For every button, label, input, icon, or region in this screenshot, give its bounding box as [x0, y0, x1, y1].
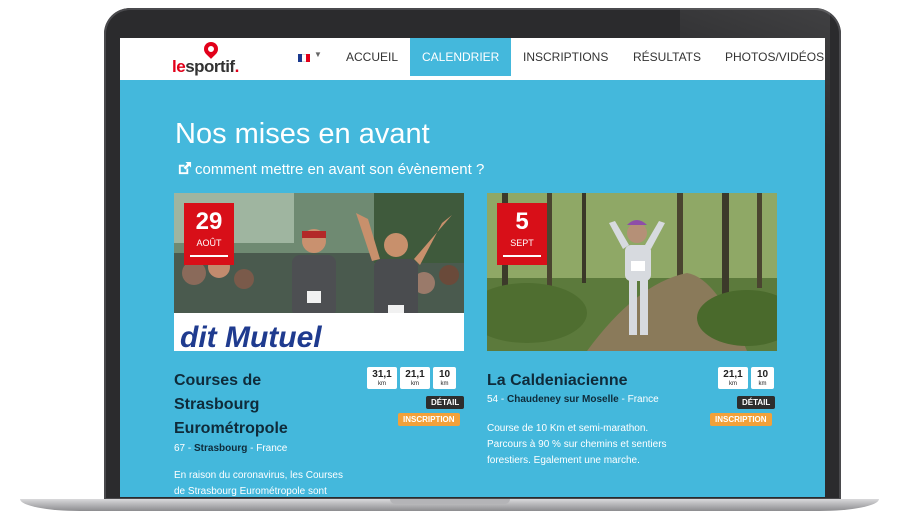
- event-title[interactable]: Courses de Strasbourg Eurométropole: [174, 369, 288, 441]
- nav-calendrier[interactable]: CALENDRIER: [410, 38, 512, 76]
- nav-accueil[interactable]: ACCUEIL: [334, 38, 410, 76]
- browser-screen: lesportif. ▼ ACCUEIL CALENDRIER INSCRIPT…: [120, 38, 825, 497]
- event-title-line: Eurométropole: [174, 420, 288, 437]
- logo-wordmark: lesportif.: [172, 57, 239, 76]
- description-line: forestiers. Egalement une marche.: [487, 455, 640, 466]
- event-day: 29: [195, 208, 223, 235]
- badge-underline: [190, 255, 228, 257]
- event-photo-caldeniacienne[interactable]: 5 SEPT: [487, 193, 777, 351]
- french-flag-icon[interactable]: [298, 54, 310, 62]
- description-line: En raison du coronavirus, les Courses: [174, 470, 343, 481]
- nav-inscriptions[interactable]: INSCRIPTIONS: [511, 38, 620, 76]
- external-link-icon: [178, 161, 192, 175]
- site-logo[interactable]: lesportif.: [172, 39, 262, 76]
- location-pin-icon: [201, 39, 221, 59]
- event-month: SEPT: [510, 238, 534, 248]
- distance-badge: 21,1 km: [718, 367, 748, 389]
- promote-event-link[interactable]: comment mettre en avant son évènement ?: [177, 161, 484, 178]
- distance-badge: 31,1 km: [367, 367, 397, 389]
- distance-list: 21,1 km 10 km: [718, 367, 774, 389]
- distance-badge: 21,1 km: [400, 367, 430, 389]
- description-line: Parcours à 90 % sur chemins et sentiers: [487, 439, 667, 450]
- distance-list: 31,1 km 21,1 km 10 km: [367, 367, 456, 389]
- event-description: Course de 10 Km et semi-marathon. Parcou…: [487, 421, 667, 469]
- event-day: 5: [515, 208, 529, 235]
- event-dept: 54 -: [487, 394, 508, 405]
- badge-underline: [503, 255, 541, 257]
- event-title-line: Strasbourg: [174, 396, 260, 413]
- distance-badge: 10 km: [751, 367, 774, 389]
- event-date-badge: 29 AOÛT: [184, 203, 234, 265]
- event-country: - France: [618, 394, 659, 405]
- event-title-line: La Caldeniacienne: [487, 372, 628, 389]
- promote-event-link-text: comment mettre en avant son évènement ?: [195, 161, 485, 178]
- event-description: En raison du coronavirus, les Courses de…: [174, 468, 343, 497]
- detail-button[interactable]: DÉTAIL: [737, 396, 776, 409]
- description-line: Course de 10 Km et semi-marathon.: [487, 423, 649, 434]
- event-photo-strasbourg[interactable]: dit Mutuel 29 AOÛT: [174, 193, 464, 351]
- event-month: AOÛT: [196, 238, 222, 248]
- event-dept: 67 -: [174, 443, 195, 454]
- event-date-badge: 5 SEPT: [497, 203, 547, 265]
- nav-resultats[interactable]: RÉSULTATS: [621, 38, 713, 76]
- nav-photos-videos[interactable]: PHOTOS/VIDÉOS: [713, 38, 825, 76]
- section-title: Nos mises en avant: [175, 118, 430, 150]
- distance-badge: 10 km: [433, 367, 456, 389]
- inscription-button[interactable]: INSCRIPTION: [398, 413, 460, 426]
- event-title-line: Courses de: [174, 372, 262, 389]
- laptop-notch: [390, 499, 510, 504]
- event-title[interactable]: La Caldeniacienne: [487, 369, 628, 393]
- chevron-down-icon[interactable]: ▼: [314, 50, 322, 59]
- event-city: Chaudeney sur Moselle: [507, 394, 619, 405]
- sponsor-banner-text: dit Mutuel: [180, 321, 322, 351]
- event-location: 54 - Chaudeney sur Moselle - France: [487, 394, 659, 405]
- inscription-button[interactable]: INSCRIPTION: [710, 413, 772, 426]
- event-location: 67 - Strasbourg - France: [174, 443, 287, 454]
- top-navbar: lesportif. ▼ ACCUEIL CALENDRIER INSCRIPT…: [120, 38, 825, 80]
- detail-button[interactable]: DÉTAIL: [426, 396, 465, 409]
- event-country: - France: [247, 443, 288, 454]
- description-line: de Strasbourg Eurométropole sont: [174, 486, 327, 497]
- event-city: Strasbourg: [194, 443, 248, 454]
